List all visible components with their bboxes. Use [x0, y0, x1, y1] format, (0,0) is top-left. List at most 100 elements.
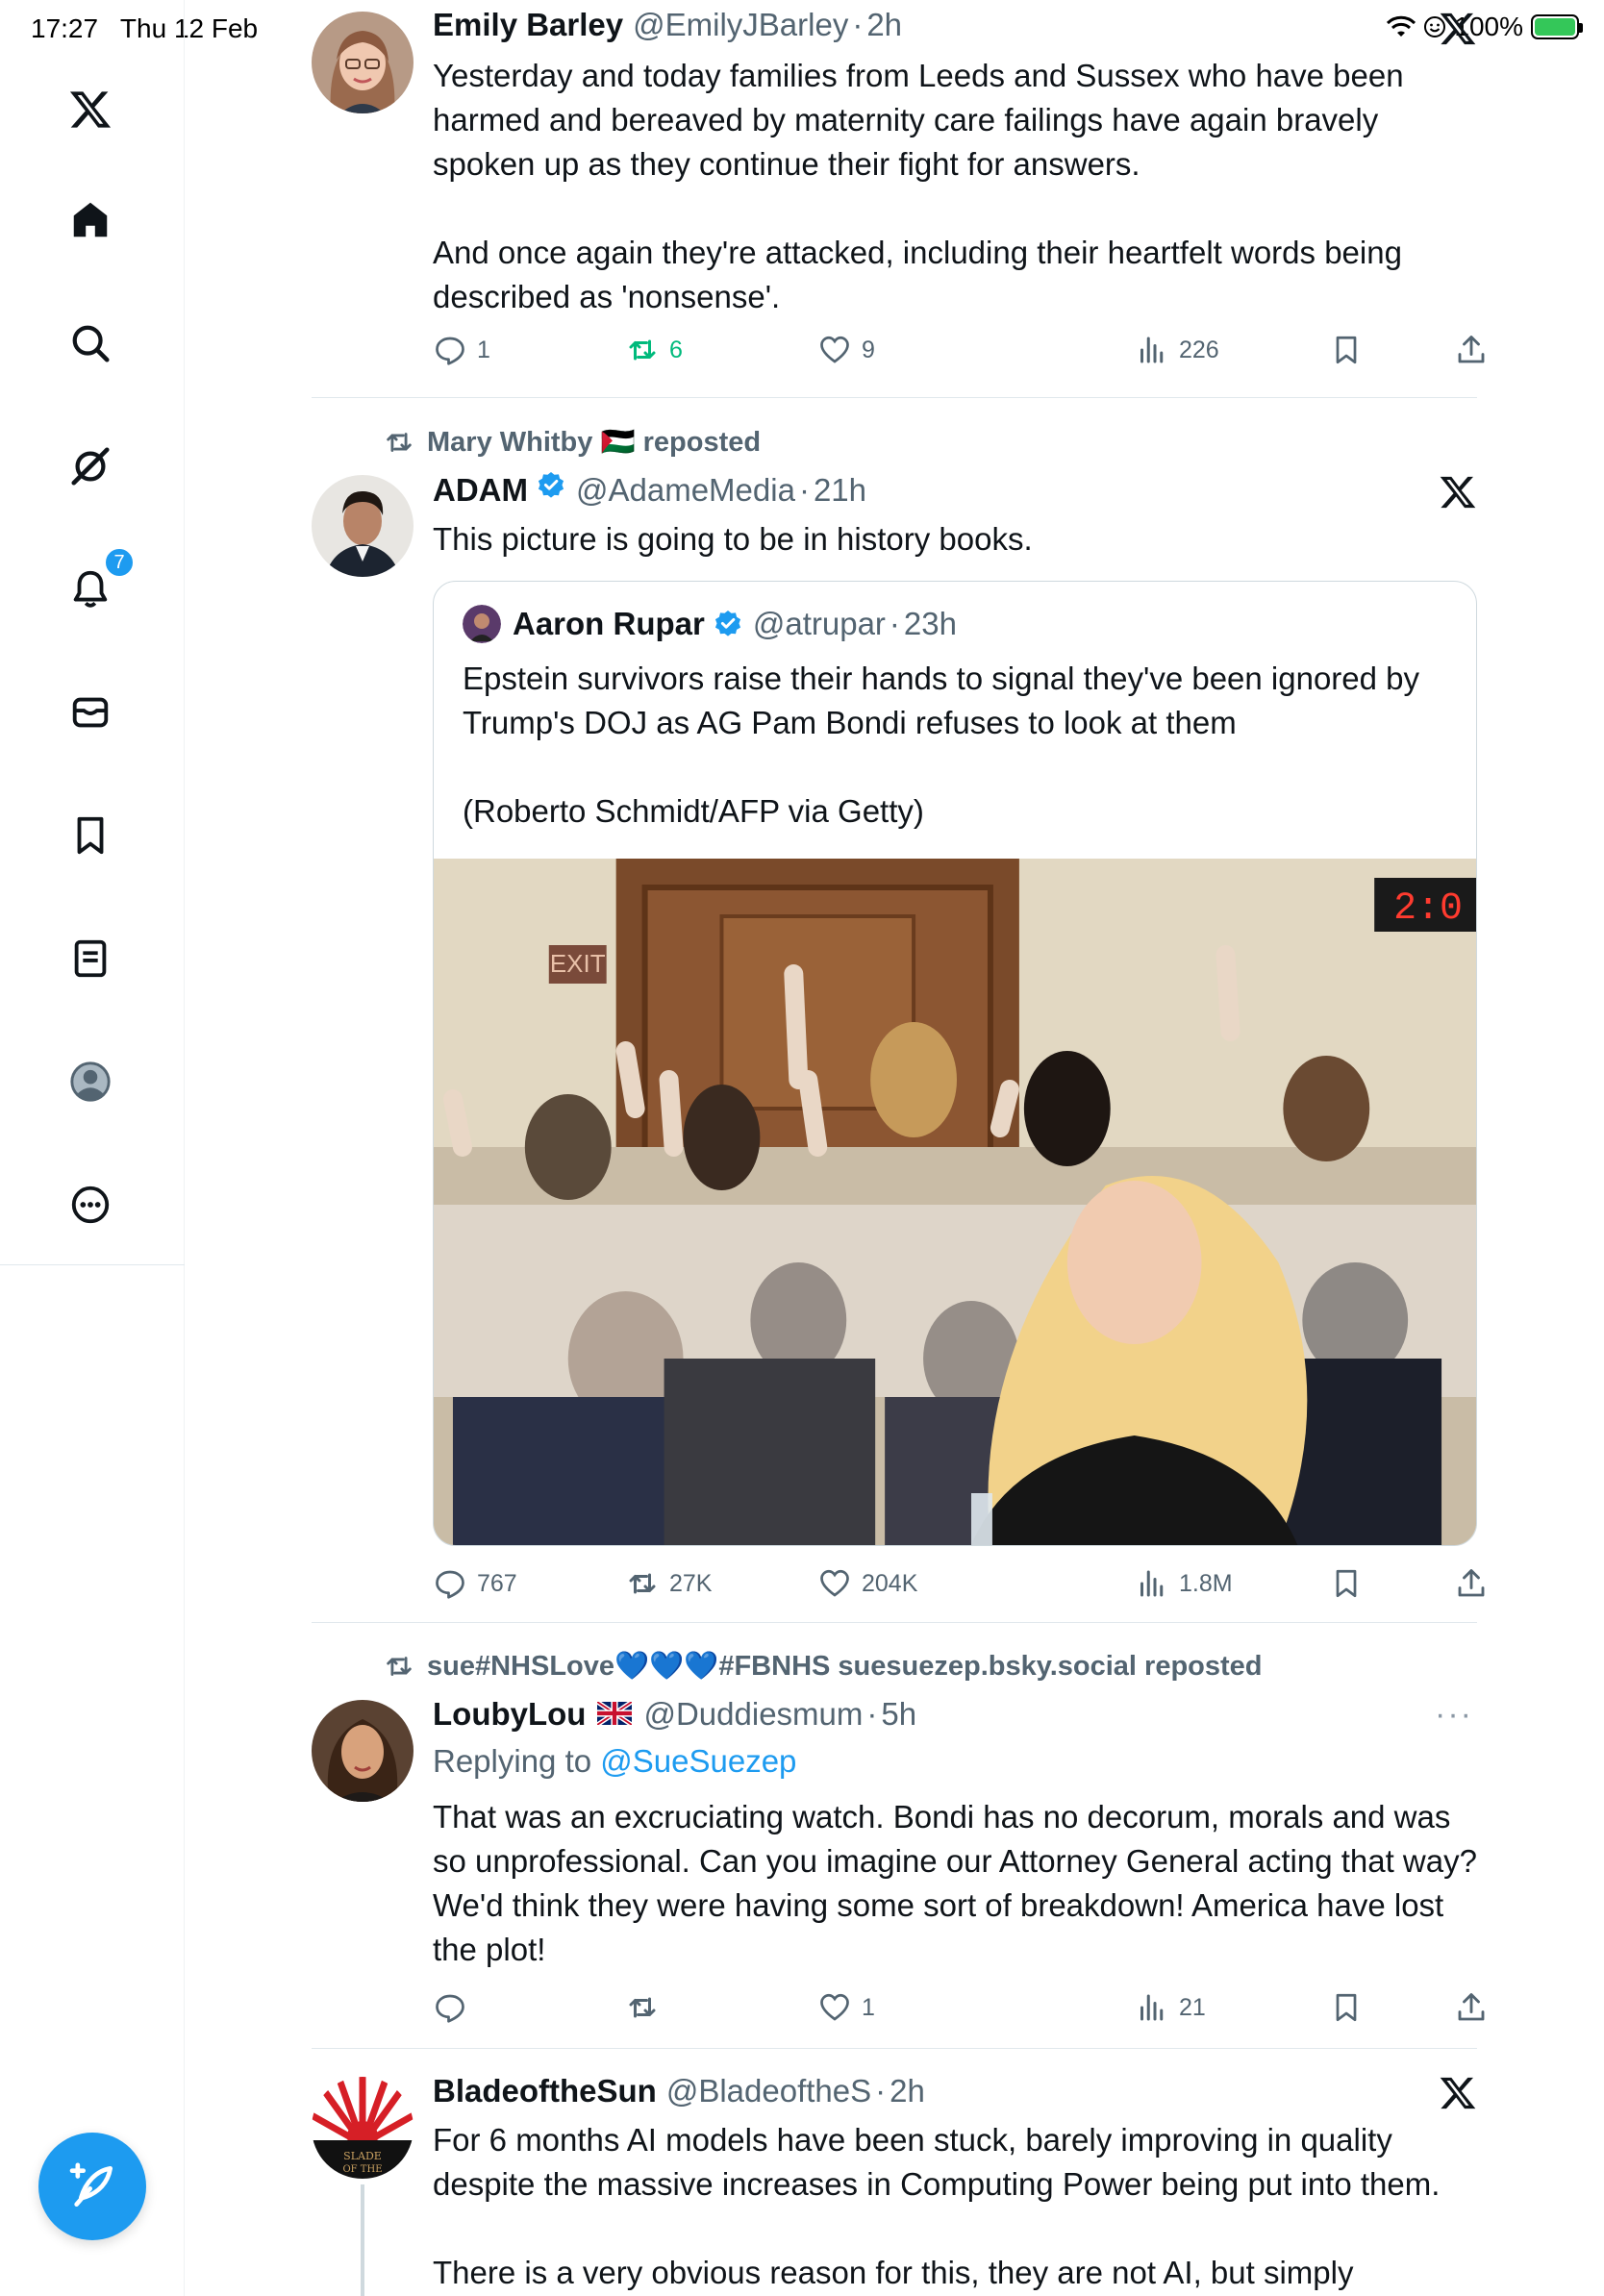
reply-button[interactable]: 767 [433, 1566, 517, 1601]
avatar[interactable] [312, 475, 414, 577]
quote-author-name[interactable]: Aaron Rupar [513, 605, 705, 643]
author-handle[interactable]: @AdameMedia [576, 471, 795, 510]
tweet-divider [312, 2048, 1477, 2049]
repost-icon [629, 1997, 656, 2018]
x-logo-icon[interactable] [1439, 2074, 1477, 2112]
repost-icon [629, 1573, 656, 1594]
bookmark-button[interactable] [1329, 1990, 1364, 2025]
reply-icon [436, 1994, 464, 2023]
share-button[interactable] [1454, 1990, 1489, 2025]
search-icon[interactable] [63, 316, 117, 370]
repost-icon [629, 339, 656, 361]
tweet-time[interactable]: 21h [814, 471, 866, 510]
repost-button[interactable]: 6 [625, 333, 683, 367]
reply-icon [436, 337, 464, 365]
views-count: 1.8M [1179, 1569, 1233, 1597]
separator-dot: · [852, 7, 864, 42]
reply-count: 767 [477, 1569, 517, 1597]
replying-to-link[interactable]: @SueSuezep [600, 1743, 796, 1779]
lists-icon[interactable] [63, 932, 117, 986]
like-button[interactable]: 204K [817, 1566, 917, 1601]
battery-icon [1531, 14, 1583, 39]
tweet-divider [312, 397, 1477, 398]
like-button[interactable]: 9 [817, 333, 875, 367]
grok-icon[interactable] [63, 439, 117, 493]
reply-button[interactable]: 1 [433, 333, 490, 367]
like-button[interactable]: 1 [817, 1990, 875, 2025]
quote-avatar[interactable] [463, 605, 501, 643]
profile-icon[interactable] [63, 1055, 117, 1109]
quote-header: Aaron Rupar @atrupar · 23h [463, 605, 1447, 643]
author-handle[interactable]: @Duddiesmum [643, 1695, 863, 1734]
tweet-header: ADAM @AdameMedia · 21h [433, 470, 1477, 510]
avatar[interactable] [312, 12, 414, 113]
x-logo-icon[interactable] [1439, 473, 1477, 512]
more-options-icon[interactable]: ··· [1435, 1696, 1473, 1734]
battery-level [1535, 18, 1575, 36]
reposted-by[interactable]: sue#NHSLove💙💙💙#FBNHS suesuezep.bsky.soci… [383, 1650, 1263, 1683]
share-button[interactable] [1454, 1566, 1489, 1601]
share-icon [1458, 336, 1485, 363]
author-name[interactable]: LoubyLou [433, 1695, 586, 1734]
tweet-time[interactable]: 2h [866, 6, 902, 44]
views-button[interactable]: 21 [1135, 1990, 1206, 2025]
tweet-time[interactable]: 2h [890, 2072, 925, 2110]
views-button[interactable]: 1.8M [1135, 1566, 1233, 1601]
notifications-badge: 7 [104, 547, 135, 578]
quoted-tweet[interactable]: Aaron Rupar @atrupar · 23h Epstein survi… [433, 581, 1477, 1546]
author-handle[interactable]: @BladeoftheS [666, 2072, 871, 2110]
bookmarks-icon[interactable] [63, 809, 117, 862]
svg-text:SLADE: SLADE [343, 2150, 382, 2162]
views-count: 21 [1179, 1993, 1206, 2021]
reply-button[interactable] [433, 1990, 477, 2025]
quote-time[interactable]: 23h [904, 605, 957, 643]
author-name[interactable]: Emily Barley [433, 6, 623, 44]
repost-button[interactable] [625, 1990, 669, 2025]
messages-icon[interactable] [63, 686, 117, 739]
tweet-text: That was an excruciating watch. Bondi ha… [433, 1799, 1477, 1967]
svg-text:OF THE: OF THE [342, 2164, 382, 2175]
reposted-by[interactable]: Mary Whitby 🇵🇸 reposted [383, 426, 761, 459]
tweet-text: Yesterday and today families from Leeds … [433, 58, 1404, 314]
tweet-header: Emily Barley @EmilyJBarley · 2h [433, 6, 1477, 44]
like-count: 9 [862, 336, 875, 363]
reposted-by-text: Mary Whitby 🇵🇸 reposted [427, 427, 762, 458]
home-icon[interactable] [63, 193, 117, 247]
verified-badge-icon [538, 472, 564, 498]
views-count: 226 [1179, 336, 1219, 363]
views-icon [1140, 1994, 1164, 2021]
avatar[interactable]: SLADE OF THE [312, 2077, 414, 2179]
like-count: 1 [862, 1993, 875, 2021]
tweet-header: BladeoftheSun @BladeoftheS · 2h [433, 2072, 1477, 2110]
tweet-time[interactable]: 5h [881, 1695, 916, 1734]
sidebar-divider [0, 1264, 185, 1265]
separator-dot: · [875, 2073, 887, 2109]
avatar[interactable] [312, 1700, 414, 1802]
repost-count: 27K [669, 1569, 713, 1597]
clock-display-text: 2:0 [1393, 886, 1463, 930]
separator-dot: · [889, 606, 900, 641]
views-button[interactable]: 226 [1135, 333, 1219, 367]
repost-button[interactable]: 27K [625, 1566, 712, 1601]
heart-icon [820, 1993, 849, 2021]
author-name[interactable]: BladeoftheSun [433, 2072, 657, 2110]
repost-count: 6 [669, 336, 683, 363]
bookmark-button[interactable] [1329, 1566, 1364, 1601]
quote-photo[interactable]: EXIT 2:0 [434, 859, 1476, 1545]
bookmark-button[interactable] [1329, 333, 1364, 367]
thread-connector [361, 2184, 364, 2296]
quote-author-handle[interactable]: @atrupar [753, 605, 886, 643]
author-handle[interactable]: @EmilyJBarley [633, 6, 848, 44]
x-logo-icon[interactable] [1439, 10, 1477, 48]
tweet-text: This picture is going to be in history b… [433, 521, 1033, 557]
tweet-header: LoubyLou @Duddiesmum · 5h [433, 1695, 1477, 1734]
compose-button[interactable] [38, 2133, 146, 2240]
x-logo-icon[interactable] [63, 83, 117, 137]
tweet-divider [312, 1622, 1477, 1623]
more-icon[interactable] [63, 1178, 117, 1232]
exit-sign-text: EXIT [550, 949, 606, 978]
share-button[interactable] [1454, 333, 1489, 367]
notifications-icon[interactable]: 7 [63, 547, 135, 616]
tweet-actions: 1 21 [433, 1990, 1485, 2029]
author-name[interactable]: ADAM [433, 471, 528, 510]
